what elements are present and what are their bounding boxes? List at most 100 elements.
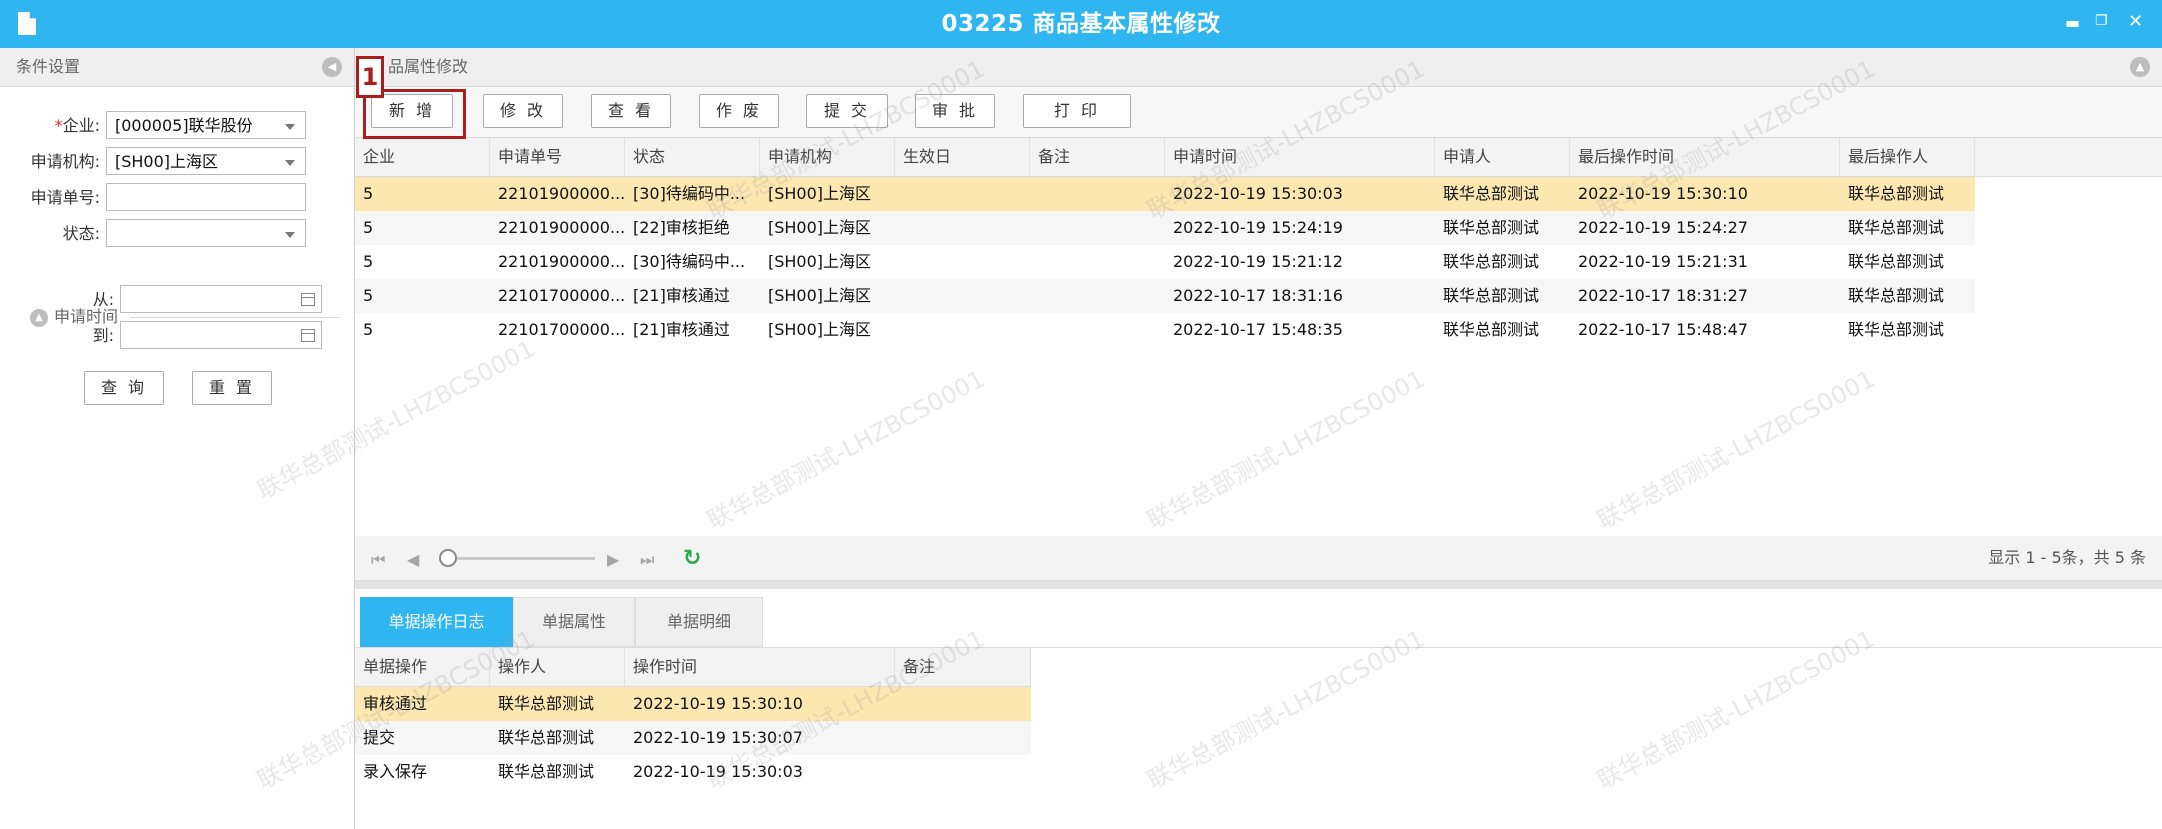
- last-page-icon[interactable]: ⏭: [640, 550, 654, 570]
- cell: 联华总部测试: [1848, 252, 1945, 271]
- cell: 联华总部测试: [1443, 286, 1540, 305]
- cell: [SH00]上海区: [768, 320, 872, 339]
- condition-panel-title: 条件设置: [16, 57, 81, 76]
- collapse-left-icon[interactable]: ◀: [322, 57, 342, 77]
- cell: 2022-10-19 15:24:19: [1173, 218, 1343, 237]
- status-row: 状态:: [0, 219, 354, 249]
- table-row[interactable]: 5 22101700000... [21]审核通过 [SH00]上海区 2022…: [355, 313, 1975, 347]
- pager-info: 显示 1 - 5条，共 5 条: [1988, 548, 2146, 567]
- apply-no-input[interactable]: [106, 183, 306, 211]
- apply-no-label: 申请单号:: [30, 188, 100, 207]
- col-header[interactable]: 申请时间: [1165, 138, 1435, 176]
- condition-panel-header: 条件设置 ◀: [0, 48, 354, 87]
- col-header[interactable]: 最后操作人: [1840, 138, 1975, 176]
- cell: [21]审核通过: [633, 286, 730, 305]
- refresh-icon[interactable]: ↻: [683, 546, 701, 571]
- main-panel: 品属性修改 ▲ 新 增 修 改 查 看 作 废 提 交 审 批 打 印 企业 申…: [355, 48, 2162, 829]
- cell: 2022-10-19 15:21:31: [1578, 252, 1748, 271]
- void-button[interactable]: 作 废: [699, 94, 779, 128]
- col-header[interactable]: 申请机构: [760, 138, 895, 176]
- cell: [SH00]上海区: [768, 286, 872, 305]
- col-header[interactable]: 生效日: [895, 138, 1030, 176]
- edit-button[interactable]: 修 改: [483, 94, 563, 128]
- prev-page-icon[interactable]: ◀: [407, 550, 419, 569]
- cell: [895, 721, 1031, 755]
- query-button[interactable]: 查 询: [84, 371, 164, 405]
- chevron-down-icon: [285, 124, 295, 130]
- cell: 联华总部测试: [1848, 320, 1945, 339]
- table-row[interactable]: 5 22101900000... [30]待编码中... [SH00]上海区 2…: [355, 177, 1975, 211]
- col-header[interactable]: 操作时间: [625, 648, 895, 686]
- cell: [895, 245, 1030, 279]
- pager: ⏮ ◀ ▶ ⏭ ↻ 显示 1 - 5条，共 5 条: [355, 536, 2162, 581]
- col-header[interactable]: 企业: [355, 138, 490, 176]
- cell: 联华总部测试: [498, 728, 595, 747]
- print-button[interactable]: 打 印: [1023, 94, 1131, 128]
- col-header[interactable]: 最后操作时间: [1570, 138, 1840, 176]
- cell: [895, 211, 1030, 245]
- org-select[interactable]: [SH00]上海区: [106, 147, 306, 175]
- group-divider: [130, 317, 340, 318]
- collapse-up-icon[interactable]: ▲: [2130, 57, 2150, 77]
- restore-icon[interactable]: ❐: [2095, 13, 2108, 29]
- condition-panel: 条件设置 ◀ *企业: [000005]联华股份 申请机构: [SH00]上海区…: [0, 48, 355, 829]
- view-button[interactable]: 查 看: [591, 94, 671, 128]
- col-header[interactable]: 备注: [1030, 138, 1165, 176]
- cell: [21]审核通过: [633, 320, 730, 339]
- company-select[interactable]: [000005]联华股份: [106, 111, 306, 139]
- first-page-icon[interactable]: ⏮: [371, 550, 385, 570]
- cell: [895, 313, 1030, 347]
- log-row[interactable]: 审核通过 联华总部测试 2022-10-19 15:30:10: [355, 687, 1031, 721]
- from-date-input[interactable]: [120, 285, 322, 313]
- col-header[interactable]: 状态: [625, 138, 760, 176]
- cell: [895, 755, 1031, 789]
- next-page-icon[interactable]: ▶: [607, 550, 619, 569]
- calendar-icon[interactable]: [301, 329, 315, 342]
- submit-button[interactable]: 提 交: [806, 94, 888, 128]
- col-header[interactable]: 备注: [895, 648, 1031, 686]
- cell: 联华总部测试: [1443, 320, 1540, 339]
- cell: [SH00]上海区: [768, 184, 872, 203]
- cell: [SH00]上海区: [768, 218, 872, 237]
- log-row[interactable]: 提交 联华总部测试 2022-10-19 15:30:07: [355, 721, 1031, 755]
- table-row[interactable]: 5 22101700000... [21]审核通过 [SH00]上海区 2022…: [355, 279, 1975, 313]
- cell: [895, 279, 1030, 313]
- minimize-icon[interactable]: ▬: [2065, 13, 2080, 32]
- from-label: 从:: [92, 290, 114, 309]
- cell: 2022-10-17 18:31:27: [1578, 286, 1748, 305]
- log-row[interactable]: 录入保存 联华总部测试 2022-10-19 15:30:03: [355, 755, 1031, 789]
- close-icon[interactable]: ✕: [2128, 11, 2143, 32]
- to-row: 到:: [0, 321, 354, 351]
- col-header[interactable]: 单据操作: [355, 648, 490, 686]
- cell: [895, 687, 1031, 721]
- cell: 5: [363, 252, 374, 271]
- log-grid-header: 单据操作 操作人 操作时间 备注: [355, 648, 1031, 687]
- cell: 2022-10-19 15:30:03: [1173, 184, 1343, 203]
- tab-operation-log[interactable]: 单据操作日志: [360, 597, 513, 647]
- to-date-input[interactable]: [120, 321, 322, 349]
- cell: 联华总部测试: [498, 762, 595, 781]
- calendar-icon[interactable]: [301, 293, 315, 306]
- tab-attributes[interactable]: 单据属性: [513, 597, 635, 647]
- col-header[interactable]: 申请人: [1435, 138, 1570, 176]
- page-slider-track[interactable]: [445, 557, 595, 560]
- cell: 提交: [363, 728, 396, 747]
- col-header[interactable]: 操作人: [490, 648, 625, 686]
- cell: [1030, 177, 1165, 211]
- status-select[interactable]: [106, 219, 306, 247]
- company-value: [000005]联华股份: [115, 116, 253, 135]
- cell: 5: [363, 184, 374, 203]
- company-label: *企业:: [54, 116, 100, 135]
- page-slider-knob[interactable]: [439, 549, 457, 567]
- table-row[interactable]: 5 22101900000... [22]审核拒绝 [SH00]上海区 2022…: [355, 211, 1975, 245]
- reset-button[interactable]: 重 置: [192, 371, 272, 405]
- org-value: [SH00]上海区: [115, 152, 219, 171]
- col-header[interactable]: 申请单号: [490, 138, 625, 176]
- cell: 联华总部测试: [498, 694, 595, 713]
- table-row[interactable]: 5 22101900000... [30]待编码中... [SH00]上海区 2…: [355, 245, 1975, 279]
- cell: 2022-10-17 15:48:47: [1578, 320, 1748, 339]
- step-number-badge: 1: [356, 56, 384, 98]
- approve-button[interactable]: 审 批: [915, 94, 995, 128]
- tab-details[interactable]: 单据明细: [635, 597, 763, 647]
- cell: [1030, 211, 1165, 245]
